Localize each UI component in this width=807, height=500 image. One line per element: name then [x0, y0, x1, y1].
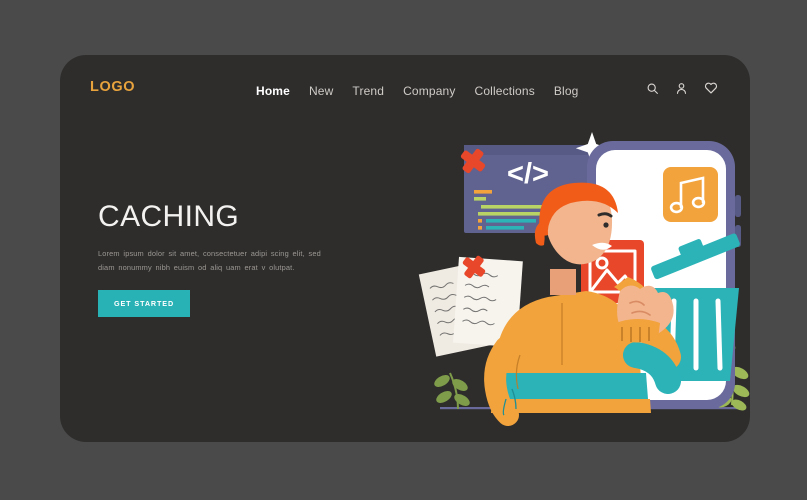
page-title: CACHING	[98, 200, 240, 233]
hero-section: CACHING Lorem ipsum dolor sit amet, cons…	[98, 200, 388, 318]
hero-description-line-1: Lorem ipsum dolor sit amet, consectetuer…	[98, 249, 321, 258]
nav-item-new[interactable]: New	[309, 84, 333, 98]
nav-item-home[interactable]: Home	[256, 84, 290, 98]
svg-text:</>: </>	[507, 158, 549, 190]
site-logo[interactable]: LOGO	[90, 79, 135, 95]
hero-card: LOGO Home New Trend Company Collections …	[60, 55, 750, 442]
music-app-icon	[663, 167, 718, 222]
hero-description-line-2: diam nonummy nibh euism od aliq uam erat…	[98, 262, 295, 272]
hero-illustration: </>	[378, 55, 750, 442]
hero-description: Lorem ipsum dolor sit amet, consectetuer…	[98, 247, 338, 274]
plant-left	[434, 372, 470, 410]
landing-page: LOGO Home New Trend Company Collections …	[0, 0, 807, 500]
get-started-button[interactable]: GET STARTED	[98, 290, 191, 318]
